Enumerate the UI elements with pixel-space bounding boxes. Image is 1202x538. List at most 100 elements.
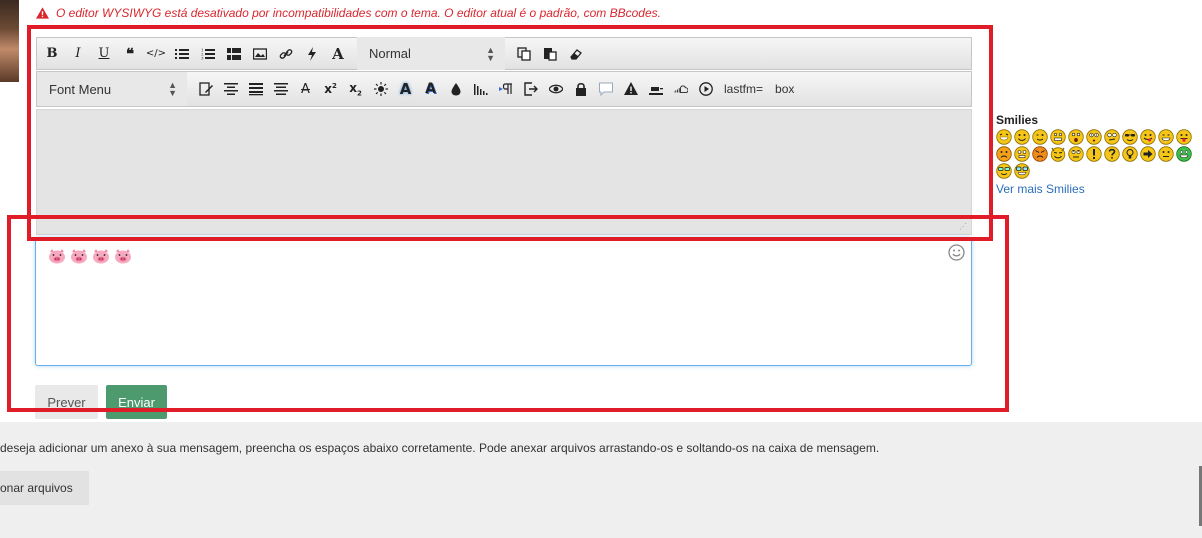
smiley-tongue-icon[interactable] [1140, 129, 1156, 145]
glow-button[interactable] [368, 76, 393, 102]
format-select[interactable]: Normal ▲ ▼ [357, 37, 505, 70]
user-avatar [0, 0, 19, 82]
bullet-list-button[interactable] [169, 41, 195, 67]
smiley-green-icon[interactable] [1176, 146, 1192, 162]
hide-button[interactable] [568, 76, 593, 102]
smiley-razz-icon[interactable] [1176, 129, 1192, 145]
speech-bubble-icon [598, 82, 613, 96]
quote-button[interactable]: ❝ [117, 41, 143, 67]
eraser-button[interactable] [563, 41, 589, 67]
image-button[interactable] [247, 41, 273, 67]
spectrum-button[interactable] [468, 76, 493, 102]
smiley-happy-icon[interactable] [1014, 129, 1030, 145]
align-justify-icon [248, 83, 263, 96]
smiley-shocked-icon[interactable] [1086, 129, 1102, 145]
smiley-grin-icon[interactable] [1158, 129, 1174, 145]
toolbar-row-2: Font Menu ▲ ▼ A x2 x2 A A lastfm= box [36, 71, 972, 107]
italic-button[interactable]: I [65, 41, 91, 67]
pig-face-icon [115, 249, 131, 264]
list-item-icon [227, 47, 241, 60]
smiley-cool-icon[interactable] [1122, 129, 1138, 145]
smiley-wink-icon[interactable] [1032, 129, 1048, 145]
smiley-geek-icon[interactable] [1014, 163, 1030, 179]
comment-button[interactable] [593, 76, 618, 102]
message-textarea[interactable] [35, 237, 972, 366]
smiley-teeth-icon[interactable] [1050, 129, 1066, 145]
pig-face-icon [49, 249, 65, 264]
bars-icon [473, 84, 487, 95]
eraser-icon [570, 48, 582, 60]
font-select-value: Font Menu [49, 81, 112, 97]
eye-icon [548, 84, 563, 94]
smiley-surprised-icon[interactable] [1068, 129, 1084, 145]
subscript-icon: x2 [349, 80, 362, 98]
smiley-nerd-icon[interactable] [996, 163, 1012, 179]
link-button[interactable] [273, 41, 299, 67]
copy-icon [517, 46, 531, 61]
copy-button[interactable] [511, 41, 537, 67]
play-button[interactable] [693, 76, 718, 102]
smiley-confused-icon[interactable] [1104, 129, 1120, 145]
align-lines-button[interactable] [268, 76, 293, 102]
send-button[interactable]: Enviar [106, 385, 167, 419]
font-select[interactable]: Font Menu ▲ ▼ [37, 72, 187, 106]
list-ul-icon [175, 48, 189, 59]
resize-grip-icon[interactable]: ⋰ [959, 223, 967, 231]
bold-button[interactable]: B [39, 41, 65, 67]
shadow-a-icon: A [399, 80, 412, 98]
lastfm-button[interactable]: lastfm= [718, 82, 769, 96]
smiley-sad-icon[interactable] [996, 146, 1012, 162]
attachments-info: deseja adicionar um anexo à sua mensagem… [0, 441, 880, 455]
align-center-button[interactable] [218, 76, 243, 102]
strike-button[interactable]: A [293, 76, 318, 102]
superscript-button[interactable]: x2 [318, 76, 343, 102]
heading-button[interactable] [643, 76, 668, 102]
paste-icon [544, 47, 557, 61]
code-button[interactable]: </> [143, 41, 169, 67]
more-smilies-link[interactable]: Ver mais Smilies [996, 182, 1202, 196]
list-item-button[interactable] [221, 41, 247, 67]
paste-button[interactable] [537, 41, 563, 67]
smiley-exclaim-icon[interactable] [1086, 146, 1102, 162]
blur-a-button[interactable]: A [418, 76, 443, 102]
wysiwyg-area[interactable]: ⋰ [36, 109, 972, 235]
spoiler-button[interactable] [543, 76, 568, 102]
numbered-list-button[interactable]: 123 [195, 41, 221, 67]
edit-button[interactable] [193, 76, 218, 102]
smiley-laugh-icon[interactable] [996, 129, 1012, 145]
font-color-button[interactable]: A [325, 41, 351, 67]
alert-button[interactable] [618, 76, 643, 102]
smiley-idea-icon[interactable] [1122, 146, 1138, 162]
preview-button[interactable]: Prever [35, 385, 98, 419]
smiley-neutral-icon[interactable] [1158, 146, 1174, 162]
exit-button[interactable] [518, 76, 543, 102]
pig-face-icon [71, 249, 87, 264]
direction-button[interactable] [493, 76, 518, 102]
smiley-question-icon[interactable] [1104, 146, 1120, 162]
smiley-eek-icon[interactable] [1014, 146, 1030, 162]
smiley-picker-icon[interactable] [948, 244, 965, 261]
align-lines-icon [273, 83, 288, 95]
smilies-grid [996, 129, 1202, 179]
smiley-rolleyes-icon[interactable] [1068, 146, 1084, 162]
alert-triangle-icon [623, 82, 638, 95]
wysiwyg-warning: O editor WYSIWYG está desativado por inc… [36, 6, 661, 20]
drop-icon [451, 83, 460, 96]
drop-button[interactable] [443, 76, 468, 102]
align-justify-button[interactable] [243, 76, 268, 102]
soundcloud-button[interactable] [668, 76, 693, 102]
select-arrows-icon: ▲ ▼ [168, 80, 177, 98]
box-button[interactable]: box [769, 82, 800, 96]
smiley-evil-icon[interactable] [1050, 146, 1066, 162]
select-arrows-icon: ▲ ▼ [486, 44, 495, 63]
smiley-arrow-icon[interactable] [1140, 146, 1156, 162]
underline-button[interactable]: U [91, 41, 117, 67]
subscript-button[interactable]: x2 [343, 76, 368, 102]
shadow-a-button[interactable]: A [393, 76, 418, 102]
headline-icon [648, 87, 663, 95]
attachments-panel: deseja adicionar um anexo à sua mensagem… [0, 422, 1202, 538]
smiley-mad-icon[interactable] [1032, 146, 1048, 162]
sun-icon [373, 82, 388, 96]
add-files-button[interactable]: onar arquivos [0, 471, 89, 505]
flash-button[interactable] [299, 41, 325, 67]
